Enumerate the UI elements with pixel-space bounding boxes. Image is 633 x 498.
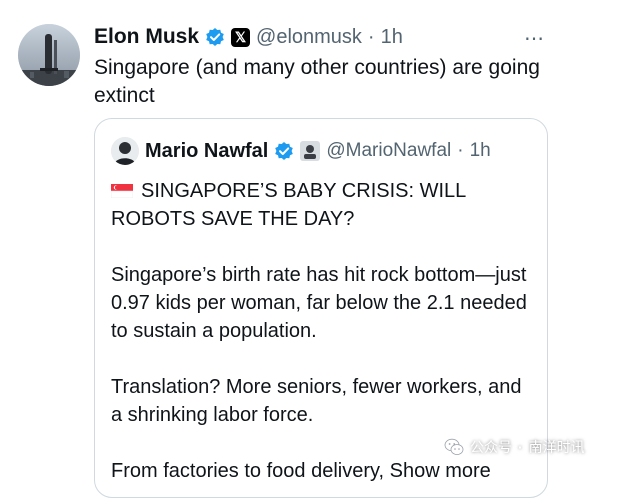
wechat-watermark: 公众号 · 南洋时讯 xyxy=(444,434,585,460)
quoted-author-avatar[interactable] xyxy=(111,137,139,165)
author-avatar[interactable] xyxy=(18,24,80,86)
affiliate-badge-icon xyxy=(300,141,321,161)
starship-avatar-icon xyxy=(18,24,80,86)
tweet-header: Elon Musk 𝕏 @elonmusk · 1h xyxy=(94,22,403,52)
quoted-paragraph-3: From factories to food delivery, Show mo… xyxy=(111,457,536,485)
person-avatar-icon xyxy=(111,137,139,165)
watermark-name: 南洋时讯 xyxy=(528,439,585,455)
watermark-dot: · xyxy=(518,439,523,455)
author-handle[interactable]: @elonmusk xyxy=(256,26,362,49)
quoted-paragraph-3-text: From factories to food delivery, xyxy=(111,460,385,482)
quoted-author-name[interactable]: Mario Nawfal xyxy=(145,140,268,163)
quoted-time-separator: · xyxy=(457,140,464,161)
more-options-icon[interactable]: ⋯ xyxy=(524,26,545,51)
time-separator: · xyxy=(367,25,375,48)
quoted-author-handle[interactable]: @MarioNawfal xyxy=(326,140,451,162)
quoted-paragraph-1: Singapore’s birth rate has hit rock bott… xyxy=(111,264,527,342)
verified-badge-icon xyxy=(274,141,294,161)
show-more-link[interactable]: Show more xyxy=(390,460,491,482)
author-name[interactable]: Elon Musk xyxy=(94,25,199,49)
singapore-flag-icon xyxy=(110,178,134,199)
quoted-headline-text: SINGAPORE’S BABY CRISIS: WILL ROBOTS SAV… xyxy=(111,180,466,230)
tweet-text: Singapore (and many other countries) are… xyxy=(94,56,540,107)
quoted-paragraph-2: Translation? More seniors, fewer workers… xyxy=(111,376,522,426)
quoted-tweet-header: Mario Nawfal @MarioNawfal · 1h xyxy=(111,137,491,165)
watermark-prefix: 公众号 xyxy=(470,439,512,455)
verified-badge-icon xyxy=(205,27,225,47)
quoted-headline: SINGAPORE’S BABY CRISIS: WILL ROBOTS SAV… xyxy=(110,177,536,233)
tweet-time[interactable]: 1h xyxy=(381,26,403,49)
tweet[interactable]: Elon Musk 𝕏 @elonmusk · 1h ⋯ Singapore (… xyxy=(0,0,633,498)
x-affiliate-badge-icon: 𝕏 xyxy=(231,27,251,47)
wechat-icon xyxy=(444,437,464,457)
quoted-tweet-time[interactable]: 1h xyxy=(470,140,491,162)
